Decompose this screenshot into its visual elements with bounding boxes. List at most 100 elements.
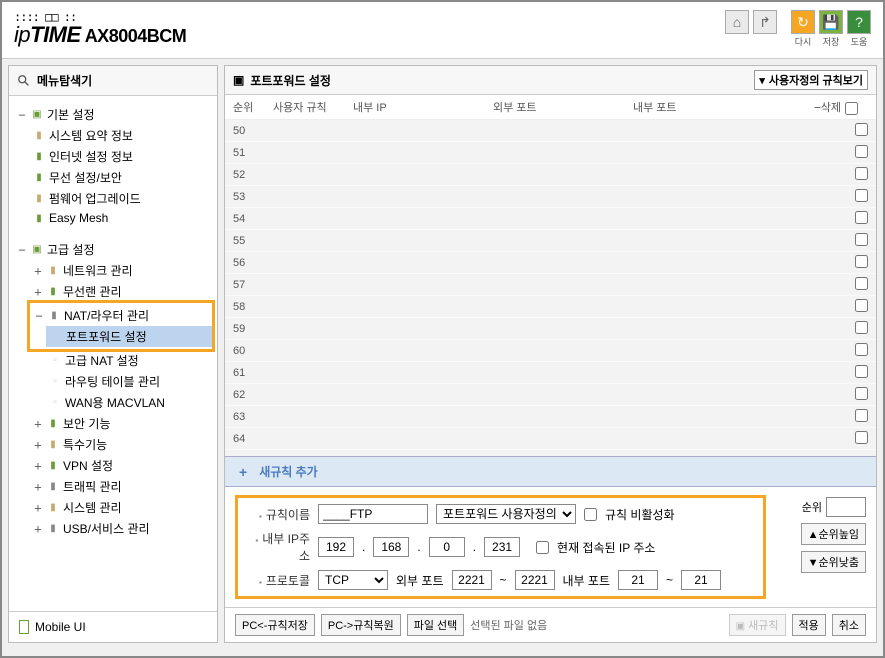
search-icon (17, 74, 31, 88)
row-checkbox[interactable] (855, 167, 868, 180)
tree-item[interactable]: +▮보안 기능 (29, 413, 213, 434)
table-row[interactable]: 55 (225, 230, 876, 252)
save-icon[interactable]: 💾 (819, 10, 843, 34)
logo-text: ipTIMEAX8004BCM (14, 22, 186, 48)
tree-basic[interactable]: −▣기본 설정 (13, 104, 213, 125)
table-row[interactable]: 63 (225, 406, 876, 428)
rule-type-select[interactable]: 포트포워드 사용자정의 (436, 504, 576, 524)
tree-item[interactable]: +▮특수기능 (29, 434, 213, 455)
row-checkbox[interactable] (855, 387, 868, 400)
ip-field-2[interactable] (373, 537, 409, 557)
row-checkbox[interactable] (855, 277, 868, 290)
tree-item[interactable]: ▫라우팅 테이블 관리 (45, 371, 213, 392)
table-row[interactable]: 51 (225, 142, 876, 164)
ext-port-to[interactable] (515, 570, 555, 590)
table-row[interactable]: 64 (225, 428, 876, 450)
refresh-icon[interactable]: ↻ (791, 10, 815, 34)
menu-tree: −▣기본 설정 ▮시스템 요약 정보 ▮인터넷 설정 정보 ▮무선 설정/보안 … (9, 96, 217, 611)
form-left: 규칙이름 포트포워드 사용자정의 규칙 비활성화 내부 IP주소 . . . 현… (235, 495, 766, 599)
sidebar-header: 메뉴탐색기 (9, 66, 217, 96)
exit-icon[interactable]: ↱ (753, 10, 777, 34)
app-header: :::: □□ :: ipTIMEAX8004BCM ⌂ ↱ ↻다시 💾저장 ?… (2, 2, 883, 59)
save-to-pc-button[interactable]: PC<-규칙저장 (235, 614, 315, 636)
disable-checkbox[interactable] (584, 508, 597, 521)
row-checkbox[interactable] (855, 365, 868, 378)
table-row[interactable]: 62 (225, 384, 876, 406)
table-row[interactable]: 60 (225, 340, 876, 362)
form-area: 규칙이름 포트포워드 사용자정의 규칙 비활성화 내부 IP주소 . . . 현… (225, 487, 876, 607)
mobile-ui-link[interactable]: Mobile UI (9, 611, 217, 642)
content-panel: ▣ 포트포워드 설정 ▾ 사용자정의 규칙보기 순위 사용자 규칙 내부 IP … (224, 65, 877, 643)
tree-item[interactable]: ▫WAN용 MACVLAN (45, 392, 213, 413)
load-from-pc-button[interactable]: PC->규칙복원 (321, 614, 401, 636)
table-header: 순위 사용자 규칙 내부 IP 외부 포트 내부 포트 −삭제 (225, 95, 876, 120)
header-icons: ⌂ ↱ ↻다시 💾저장 ?도움 (725, 10, 871, 48)
rank-input[interactable] (826, 497, 866, 517)
table-row[interactable]: 57 (225, 274, 876, 296)
row-checkbox[interactable] (855, 145, 868, 158)
rank-down-button[interactable]: ▼순위낮춤 (801, 551, 866, 573)
tree-nat[interactable]: −▮NAT/라우터 관리 (30, 305, 212, 326)
table-row[interactable]: 50 (225, 120, 876, 142)
file-status: 선택된 파일 없음 (470, 617, 547, 633)
tree-item[interactable]: +▮시스템 관리 (29, 497, 213, 518)
row-checkbox[interactable] (855, 123, 868, 136)
ip-field-1[interactable] (318, 537, 354, 557)
ext-port-from[interactable] (452, 570, 492, 590)
tree-item[interactable]: ▫고급 NAT 설정 (45, 350, 213, 371)
protocol-select[interactable]: TCP (318, 570, 388, 590)
tree-advanced[interactable]: −▣고급 설정 (13, 239, 213, 260)
cancel-button[interactable]: 취소 (832, 614, 866, 636)
tree-item[interactable]: ▮무선 설정/보안 (29, 167, 213, 188)
tree-item[interactable]: +▮네트워크 관리 (29, 260, 213, 281)
tree-item[interactable]: +▮VPN 설정 (29, 455, 213, 476)
tree-item[interactable]: ▮시스템 요약 정보 (29, 125, 213, 146)
add-rule-bar[interactable]: + 새규칙 추가 (225, 456, 876, 487)
row-checkbox[interactable] (855, 299, 868, 312)
int-port-from[interactable] (618, 570, 658, 590)
ip-field-4[interactable] (484, 537, 520, 557)
rank-up-button[interactable]: ▲순위높임 (801, 523, 866, 545)
row-checkbox[interactable] (855, 431, 868, 444)
view-select[interactable]: ▾ 사용자정의 규칙보기 (754, 70, 868, 90)
table-row[interactable]: 52 (225, 164, 876, 186)
row-checkbox[interactable] (855, 321, 868, 334)
window-icon: ▣ (233, 73, 244, 87)
tree-item[interactable]: ▮인터넷 설정 정보 (29, 146, 213, 167)
ip-field-3[interactable] (429, 537, 465, 557)
table-row[interactable]: 61 (225, 362, 876, 384)
row-checkbox[interactable] (855, 255, 868, 268)
tree-item[interactable]: ▮펌웨어 업그레이드 (29, 188, 213, 209)
bottom-bar: PC<-규칙저장 PC->규칙복원 파일 선택 선택된 파일 없음 ▣ 새규칙 … (225, 607, 876, 642)
tree-item[interactable]: +▮무선랜 관리 (29, 281, 213, 302)
int-port-to[interactable] (681, 570, 721, 590)
tree-item[interactable]: ▮Easy Mesh (29, 209, 213, 227)
chevron-down-icon: ▾ (759, 74, 765, 87)
content-title: 포트포워드 설정 (250, 72, 331, 89)
current-ip-checkbox[interactable] (536, 541, 549, 554)
new-rule-button[interactable]: ▣ 새규칙 (729, 614, 786, 636)
home-icon[interactable]: ⌂ (725, 10, 749, 34)
row-checkbox[interactable] (855, 211, 868, 224)
sidebar: 메뉴탐색기 −▣기본 설정 ▮시스템 요약 정보 ▮인터넷 설정 정보 ▮무선 … (8, 65, 218, 643)
table-row[interactable]: 56 (225, 252, 876, 274)
row-checkbox[interactable] (855, 189, 868, 202)
help-icon[interactable]: ? (847, 10, 871, 34)
row-checkbox[interactable] (855, 233, 868, 246)
content-header: ▣ 포트포워드 설정 ▾ 사용자정의 규칙보기 (225, 66, 876, 95)
tree-portforward[interactable]: ▫포트포워드 설정 (46, 326, 212, 347)
row-checkbox[interactable] (855, 409, 868, 422)
tree-item[interactable]: +▮트래픽 관리 (29, 476, 213, 497)
row-checkbox[interactable] (855, 343, 868, 356)
logo-dots: :::: □□ :: (14, 12, 186, 22)
table-row[interactable]: 58 (225, 296, 876, 318)
table-row[interactable]: 54 (225, 208, 876, 230)
file-select-button[interactable]: 파일 선택 (407, 614, 465, 636)
table-row[interactable]: 59 (225, 318, 876, 340)
tree-item[interactable]: +▮USB/서비스 관리 (29, 518, 213, 539)
table-row[interactable]: 53 (225, 186, 876, 208)
apply-button[interactable]: 적용 (792, 614, 826, 636)
rule-name-input[interactable] (318, 504, 428, 524)
mobile-icon (19, 620, 29, 634)
delete-all-checkbox[interactable] (845, 102, 858, 115)
